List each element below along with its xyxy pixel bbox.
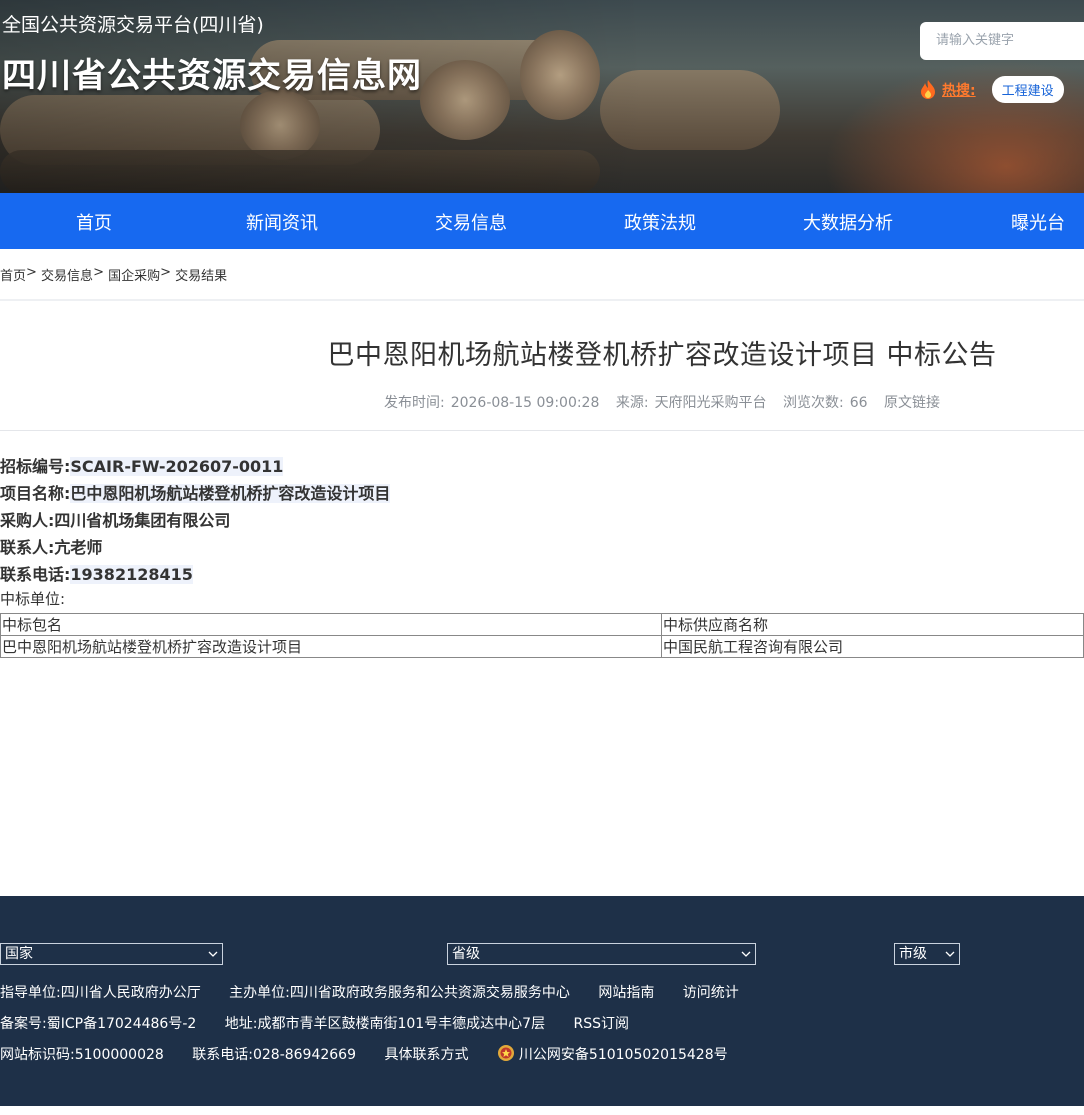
- nav-item-trade-info[interactable]: 交易信息: [435, 209, 507, 235]
- footer-line-2: 备案号:蜀ICP备17024486号-2 地址:成都市青羊区鼓楼南街101号丰德…: [0, 1013, 653, 1033]
- contact-person: 联系人:亢老师: [0, 534, 1084, 561]
- police-record[interactable]: 川公网安备51010502015428号: [497, 1045, 728, 1063]
- footer-line-3: 网站标识码:5100000028 联系电话:028-86942669 具体联系方…: [0, 1044, 728, 1064]
- breadcrumb-trade-info[interactable]: 交易信息: [41, 265, 93, 299]
- view-count-label: 浏览次数:: [783, 395, 844, 411]
- address: 地址:成都市青羊区鼓楼南街101号丰德成达中心7层: [224, 1016, 546, 1032]
- contact-phone-label: 联系电话:: [0, 565, 71, 584]
- site-banner: 全国公共资源交易平台(四川省) 四川省公共资源交易信息网 热搜: 工程建设: [0, 0, 1084, 193]
- host-unit: 主办单位:四川省政府政务服务和公共资源交易服务中心: [229, 985, 570, 1001]
- table-header-row: 中标包名 中标供应商名称: [0, 613, 1084, 636]
- chevron-down-icon: [208, 951, 218, 957]
- footer-line-1: 指导单位:四川省人民政府办公厅 主办单位:四川省政府政务服务和公共资源交易服务中…: [0, 982, 763, 1002]
- bid-number-value: SCAIR-FW-202607-0011: [70, 457, 284, 476]
- breadcrumb: 首页 > 交易信息 > 国企采购 > 交易结果: [0, 249, 1084, 299]
- table-row: 巴中恩阳机场航站楼登机桥扩容改造设计项目 中国民航工程咨询有限公司: [0, 635, 1084, 658]
- table-header-cell: 中标供应商名称: [661, 613, 1084, 636]
- site-id: 网站标识码:5100000028: [0, 1047, 164, 1063]
- breadcrumb-soe-procurement[interactable]: 国企采购: [108, 265, 160, 299]
- search-input[interactable]: [920, 22, 1084, 60]
- project-name: 项目名称:巴中恩阳机场航站楼登机桥扩容改造设计项目: [0, 480, 1084, 507]
- bottom-strip: [0, 1106, 1084, 1115]
- contact-person-label: 联系人:: [0, 538, 55, 557]
- chevron-down-icon: [741, 951, 751, 957]
- winner-label: 中标单位:: [0, 590, 66, 608]
- contact-phone-footer: 联系电话:028-86942669: [192, 1047, 356, 1063]
- contact-way-link[interactable]: 具体联系方式: [384, 1047, 468, 1063]
- city-select-value: 市级: [899, 946, 927, 962]
- buyer: 采购人:四川省机场集团有限公司: [0, 507, 1084, 534]
- buyer-label: 采购人:: [0, 511, 55, 530]
- hot-search-label: 热搜:: [942, 82, 976, 99]
- hot-tag-engineering[interactable]: 工程建设: [991, 76, 1064, 103]
- bid-number: 招标编号:SCAIR-FW-202607-0011: [0, 453, 1084, 480]
- view-count: 浏览次数: 66: [783, 395, 868, 411]
- contact-phone: 联系电话:19382128415: [0, 561, 1084, 588]
- breadcrumb-separator: >: [93, 265, 109, 280]
- flame-icon: [921, 79, 935, 99]
- police-badge-icon: [497, 1045, 514, 1061]
- project-name-value: 巴中恩阳机场航站楼登机桥扩容改造设计项目: [70, 484, 391, 503]
- breadcrumb-separator: >: [26, 265, 42, 280]
- publish-time: 发布时间: 2026-08-15 09:00:28: [384, 395, 599, 411]
- national-select-value: 国家: [5, 946, 33, 962]
- site-footer: 国家 省级 市级 指导单位:四川省人民政府办公厅 主办单位:四川省政府政务服务和…: [0, 896, 1084, 1106]
- article-meta: 发布时间: 2026-08-15 09:00:28 来源: 天府阳光采购平台 浏览次…: [0, 392, 1084, 412]
- result-table: 中标包名 中标供应商名称 巴中恩阳机场航站楼登机桥扩容改造设计项目 中国民航工程…: [0, 613, 1084, 658]
- table-header-cell: 中标包名: [0, 613, 662, 636]
- site-title[interactable]: 四川省公共资源交易信息网: [2, 48, 422, 97]
- site-guide-link[interactable]: 网站指南: [598, 985, 654, 1001]
- icp-record[interactable]: 备案号:蜀ICP备17024486号-2: [0, 1016, 196, 1032]
- publish-time-value: 2026-08-15 09:00:28: [450, 395, 600, 411]
- rss-link[interactable]: RSS订阅: [574, 1016, 630, 1032]
- table-cell: 中国民航工程咨询有限公司: [661, 635, 1084, 658]
- bid-number-label: 招标编号:: [0, 457, 71, 476]
- contact-person-value: 亢老师: [54, 538, 103, 557]
- province-link-select[interactable]: 省级: [447, 943, 756, 965]
- breadcrumb-trade-result[interactable]: 交易结果: [175, 265, 227, 299]
- buyer-value: 四川省机场集团有限公司: [54, 511, 231, 530]
- nav-item-exposure[interactable]: 曝光台: [1011, 209, 1065, 235]
- original-link[interactable]: 原文链接: [884, 395, 940, 411]
- city-link-select[interactable]: 市级: [894, 943, 960, 965]
- article-content: 招标编号:SCAIR-FW-202607-0011 项目名称:巴中恩阳机场航站楼…: [0, 431, 1084, 658]
- nav-item-news[interactable]: 新闻资讯: [246, 209, 318, 235]
- source-value: 天府阳光采购平台: [654, 395, 767, 411]
- breadcrumb-home[interactable]: 首页: [0, 265, 26, 299]
- nav-item-big-data[interactable]: 大数据分析: [803, 209, 893, 235]
- hot-search: 热搜: 工程建设: [918, 76, 1064, 103]
- divider: [0, 299, 1084, 301]
- visit-stats-link[interactable]: 访问统计: [683, 985, 739, 1001]
- publish-time-label: 发布时间:: [383, 395, 445, 411]
- table-cell: 巴中恩阳机场航站楼登机桥扩容改造设计项目: [0, 635, 662, 658]
- view-count-value: 66: [849, 395, 868, 411]
- province-select-value: 省级: [452, 946, 480, 962]
- nav-item-policy[interactable]: 政策法规: [624, 209, 696, 235]
- guide-unit: 指导单位:四川省人民政府办公厅: [0, 985, 201, 1001]
- contact-phone-value: 19382128415: [70, 565, 193, 584]
- source-label: 来源:: [615, 395, 649, 411]
- police-record-text: 川公网安备51010502015428号: [518, 1047, 728, 1063]
- chevron-down-icon: [945, 951, 955, 957]
- source: 来源: 天府阳光采购平台: [616, 395, 767, 411]
- project-name-label: 项目名称:: [0, 484, 71, 503]
- platform-name: 全国公共资源交易平台(四川省): [2, 14, 264, 36]
- nav-item-home[interactable]: 首页: [76, 209, 112, 235]
- national-link-select[interactable]: 国家: [0, 943, 223, 965]
- breadcrumb-separator: >: [160, 265, 176, 280]
- article-title: 巴中恩阳机场航站楼登机桥扩容改造设计项目 中标公告: [327, 340, 997, 371]
- main-nav: 首页 新闻资讯 交易信息 政策法规 大数据分析 曝光台: [0, 193, 1084, 249]
